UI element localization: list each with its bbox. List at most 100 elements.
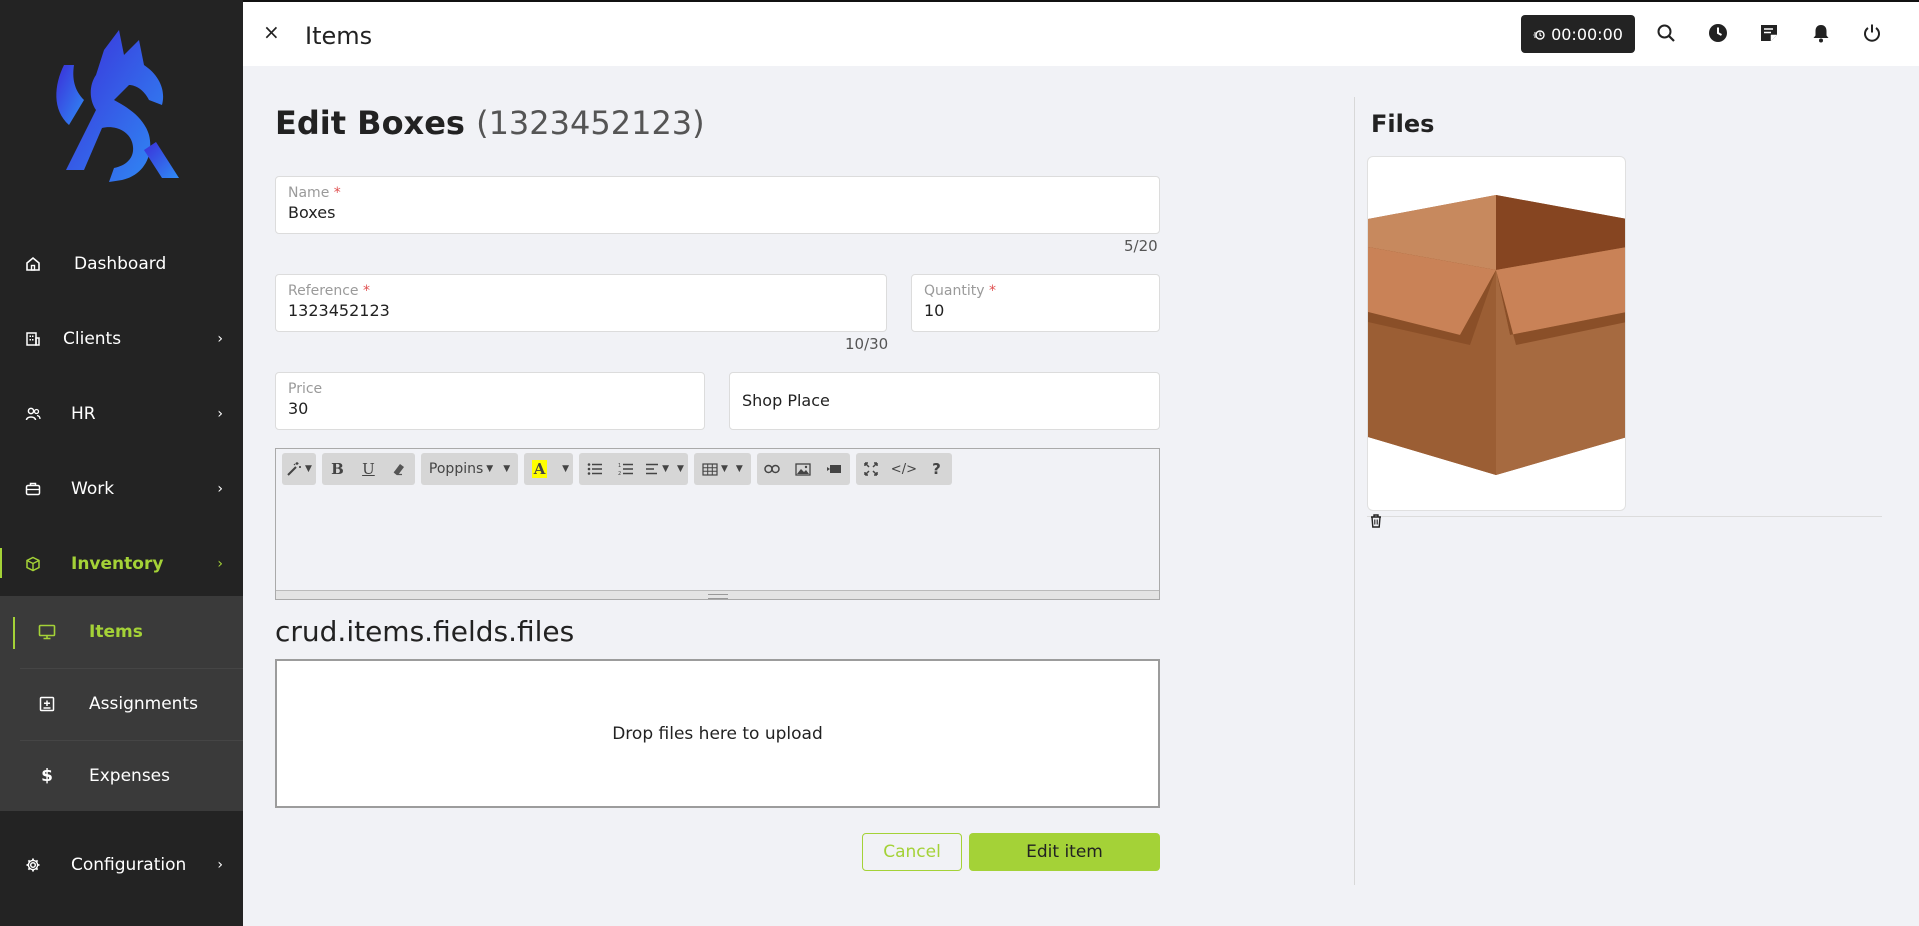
- sidebar-item-configuration[interactable]: Configuration ›: [0, 835, 243, 895]
- text-color-button[interactable]: A: [524, 453, 555, 485]
- sticky-note-icon[interactable]: [1758, 22, 1780, 44]
- inventory-submenu: Items Assignments $ Expenses: [0, 596, 243, 811]
- link-icon: [764, 464, 781, 474]
- clock-icon[interactable]: [1707, 22, 1729, 44]
- caret-down-icon: ▼: [677, 464, 684, 474]
- monitor-icon: [38, 623, 56, 641]
- gear-icon: [24, 856, 42, 874]
- align-dropdown[interactable]: ▼ ▼: [641, 453, 688, 485]
- sidebar-item-label: Dashboard: [74, 254, 167, 274]
- dragon-logo[interactable]: [44, 30, 184, 185]
- image-icon: [795, 462, 811, 476]
- name-field[interactable]: Name *: [275, 176, 1160, 234]
- bold-button[interactable]: B: [322, 453, 353, 485]
- font-family-value: Poppins: [428, 461, 484, 477]
- quantity-label-text: Quantity: [924, 283, 985, 299]
- fullscreen-button[interactable]: [856, 453, 887, 485]
- trash-icon[interactable]: [1369, 513, 1383, 529]
- submenu-item-assignments[interactable]: Assignments: [0, 668, 243, 740]
- file-thumbnail[interactable]: [1367, 156, 1626, 511]
- eraser-button[interactable]: [384, 453, 415, 485]
- editor-resize-handle[interactable]: [276, 590, 1159, 599]
- file-dropzone[interactable]: Drop files here to upload: [275, 659, 1160, 808]
- rich-text-editor: ▼ B U Poppins ▼ ▼ A ▼ 1 2 ▼ ▼ ▼ ▼ </> ?: [275, 448, 1160, 600]
- close-icon[interactable]: ×: [263, 20, 280, 44]
- sidebar-item-inventory[interactable]: Inventory ›: [0, 534, 243, 594]
- link-button[interactable]: [757, 453, 788, 485]
- chevron-right-icon: ›: [217, 556, 223, 572]
- power-icon[interactable]: [1861, 22, 1883, 44]
- table-dropdown[interactable]: ▼ ▼: [694, 453, 751, 485]
- sidebar-item-clients[interactable]: Clients ›: [0, 309, 243, 369]
- required-marker: *: [362, 283, 370, 299]
- reference-input[interactable]: [288, 301, 837, 320]
- name-input[interactable]: [288, 203, 1083, 222]
- caret-down-icon: ▼: [735, 464, 743, 474]
- quantity-field[interactable]: Quantity *: [911, 274, 1160, 332]
- home-icon: [24, 255, 42, 273]
- submenu-item-expenses[interactable]: $ Expenses: [0, 740, 243, 812]
- sidebar-item-work[interactable]: Work ›: [0, 459, 243, 519]
- svg-text:2: 2: [618, 471, 621, 476]
- magic-wand-dropdown[interactable]: ▼: [282, 453, 316, 485]
- unordered-list-button[interactable]: [579, 453, 610, 485]
- name-field-label: Name *: [288, 185, 341, 201]
- bell-icon[interactable]: [1810, 22, 1832, 44]
- code-view-button[interactable]: </>: [887, 453, 921, 485]
- align-left-icon: [646, 463, 659, 475]
- magic-wand-icon: [287, 462, 301, 476]
- editor-toolbar: ▼ B U Poppins ▼ ▼ A ▼ 1 2 ▼ ▼ ▼ ▼ </> ?: [282, 453, 952, 485]
- sidebar-item-label: HR: [71, 404, 96, 424]
- form-title: Edit Boxes (1323452123): [275, 104, 705, 142]
- timer-value: 00:00:00: [1551, 24, 1623, 44]
- timer-button[interactable]: 00:00:00: [1521, 15, 1635, 53]
- chevron-right-icon: ›: [217, 406, 223, 422]
- edit-item-button[interactable]: Edit item: [969, 833, 1160, 871]
- reference-field[interactable]: Reference *: [275, 274, 887, 332]
- file-actions-divider: [1367, 516, 1882, 517]
- stopwatch-icon: [1533, 25, 1545, 44]
- sidebar-item-hr[interactable]: HR ›: [0, 384, 243, 444]
- caret-down-icon: ▼: [562, 464, 570, 474]
- submenu-item-items[interactable]: Items: [0, 596, 243, 668]
- toolbar-group-style: ▼: [282, 453, 316, 485]
- chevron-right-icon: ›: [217, 481, 223, 497]
- search-icon[interactable]: [1655, 22, 1677, 44]
- submenu-item-label: Assignments: [89, 694, 198, 714]
- unordered-list-icon: [587, 463, 602, 475]
- fullscreen-icon: [864, 462, 879, 476]
- ordered-list-button[interactable]: 12: [610, 453, 641, 485]
- sidebar-item-label: Clients: [63, 329, 122, 349]
- plus-square-icon: [38, 695, 56, 713]
- svg-text:1: 1: [618, 463, 621, 469]
- underline-button[interactable]: U: [353, 453, 384, 485]
- price-input[interactable]: [288, 399, 674, 418]
- cancel-button[interactable]: Cancel: [862, 833, 962, 871]
- form-title-text: Edit Boxes: [275, 104, 465, 142]
- ordered-list-icon: 12: [618, 463, 633, 476]
- image-button[interactable]: [788, 453, 819, 485]
- price-field[interactable]: Price: [275, 372, 705, 430]
- reference-char-counter: 10/30: [845, 335, 889, 353]
- dollar-icon: $: [41, 766, 53, 786]
- caret-down-icon: ▼: [305, 464, 312, 474]
- building-icon: [24, 330, 42, 348]
- submenu-item-label: Expenses: [89, 766, 170, 786]
- sidebar-item-dashboard[interactable]: Dashboard: [0, 234, 243, 294]
- quantity-input[interactable]: [924, 301, 1147, 320]
- briefcase-icon: [24, 480, 42, 498]
- shop-place-field[interactable]: Shop Place: [729, 372, 1160, 430]
- video-button[interactable]: [819, 453, 850, 485]
- caret-down-icon: ▼: [503, 464, 511, 474]
- editor-content-area[interactable]: [276, 491, 1159, 591]
- color-dropdown[interactable]: ▼: [555, 453, 573, 485]
- font-family-dropdown[interactable]: Poppins ▼ ▼: [421, 453, 518, 485]
- caret-down-icon: ▼: [720, 464, 728, 474]
- toolbar-group-view: </> ?: [855, 453, 952, 485]
- topbar: × Items 00:00:00: [243, 0, 1919, 66]
- toolbar-group-format: B U: [321, 453, 415, 485]
- help-button[interactable]: ?: [921, 453, 952, 485]
- reference-label-text: Reference: [288, 283, 359, 299]
- name-char-counter: 5/20: [1124, 237, 1158, 255]
- chevron-right-icon: ›: [217, 331, 223, 347]
